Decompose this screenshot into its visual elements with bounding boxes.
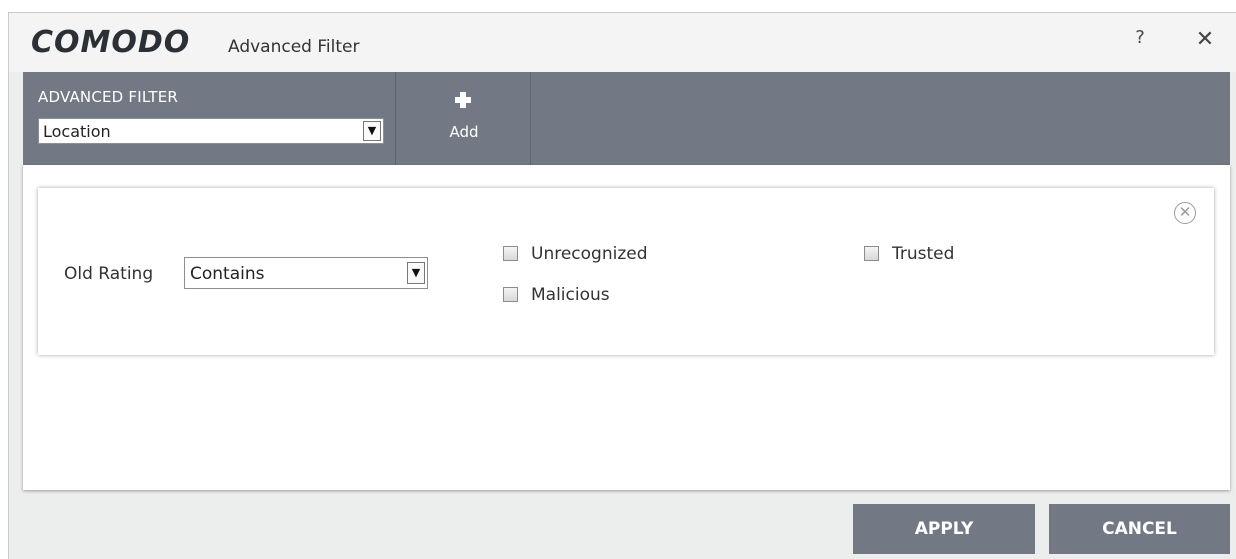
criteria-field-label: Old Rating [64,264,154,284]
condition-value: Contains [190,264,265,284]
plus-icon [455,92,471,108]
filter-content-area: ✕ Old Rating Contains ▼ Unrecognized Tru… [23,165,1230,490]
comodo-logo: COMODO [31,25,191,60]
unrecognized-label: Unrecognized [531,244,648,264]
cancel-button[interactable]: CANCEL [1049,504,1230,554]
help-button[interactable]: ? [1128,27,1152,55]
filter-type-dropdown[interactable]: Location ▼ [38,118,384,144]
malicious-label: Malicious [531,285,610,305]
unrecognized-checkbox[interactable]: Unrecognized [503,244,663,264]
checkbox-box[interactable] [503,246,518,261]
window-title: Advanced Filter [228,37,360,57]
advanced-filter-dialog: COMODO Advanced Filter ? ✕ ADVANCED FILT… [8,12,1236,559]
criteria-card: ✕ Old Rating Contains ▼ Unrecognized Tru… [38,188,1214,355]
close-button[interactable]: ✕ [1192,27,1218,55]
dropdown-arrow-icon[interactable]: ▼ [407,262,425,284]
filter-toolbar: ADVANCED FILTER Location ▼ Add [23,72,1230,165]
filter-type-label: ADVANCED FILTER [38,88,179,106]
trusted-label: Trusted [892,244,955,264]
checkbox-box[interactable] [503,287,518,302]
filter-type-value: Location [43,122,111,141]
dropdown-arrow-icon[interactable]: ▼ [363,121,381,141]
filter-type-section: ADVANCED FILTER Location ▼ [23,72,396,165]
trusted-checkbox[interactable]: Trusted [864,244,974,264]
add-label: Add [449,123,479,141]
checkbox-box[interactable] [864,246,879,261]
apply-button[interactable]: APPLY [853,504,1035,554]
close-circle-icon[interactable]: ✕ [1174,202,1196,224]
malicious-checkbox[interactable]: Malicious [503,285,633,305]
add-filter-button[interactable]: Add [397,72,531,165]
title-bar: COMODO Advanced Filter ? ✕ [9,13,1236,72]
condition-dropdown[interactable]: Contains ▼ [184,257,428,289]
